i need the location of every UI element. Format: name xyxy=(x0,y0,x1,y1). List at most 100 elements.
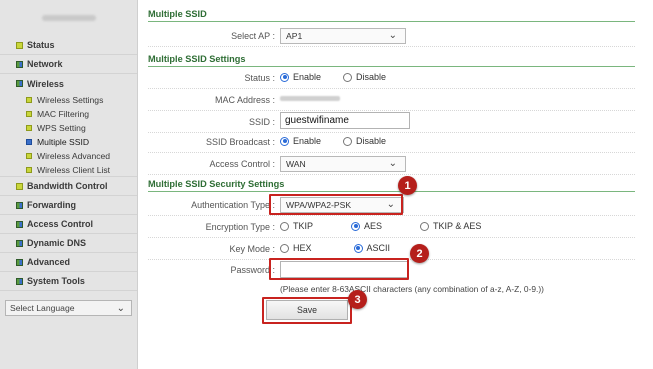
ssid-input[interactable]: guestwifiname xyxy=(280,112,410,129)
step-badge-2: 2 xyxy=(410,244,429,263)
language-select-label: Select Language xyxy=(10,303,75,313)
key-mode-label: Key Mode : xyxy=(229,244,275,254)
bullet-icon xyxy=(26,153,32,159)
mac-address-value xyxy=(280,92,340,101)
sidebar-sub-mac-filtering[interactable]: MAC Filtering xyxy=(0,107,137,121)
radio-selected-icon xyxy=(280,136,289,146)
keymode-ascii-radio[interactable]: ASCII xyxy=(353,243,391,253)
sidebar-item-label: Status xyxy=(27,40,55,50)
sidebar-item-label: Forwarding xyxy=(27,200,76,210)
access-control-dropdown[interactable]: WAN ⌄ xyxy=(280,156,406,172)
sidebar-sub-label: Wireless Advanced xyxy=(37,151,111,161)
sidebar-item-label: Dynamic DNS xyxy=(27,238,87,248)
broadcast-enable-radio[interactable]: Enable xyxy=(280,136,321,146)
access-control-label: Access Control : xyxy=(209,159,275,169)
enc-tkip-aes-radio[interactable]: TKIP & AES xyxy=(420,221,481,231)
status-enable-label: Enable xyxy=(293,72,322,82)
select-ap-value: AP1 xyxy=(286,31,303,41)
ssid-broadcast-label: SSID Broadcast : xyxy=(205,137,275,147)
system-tools-icon xyxy=(16,277,23,285)
sidebar-item-label: Network xyxy=(27,59,63,69)
radio-icon xyxy=(343,72,353,82)
access-control-value: WAN xyxy=(286,159,306,169)
step-badge-1: 1 xyxy=(398,176,417,195)
wireless-icon xyxy=(16,80,23,87)
ddns-icon xyxy=(16,239,23,247)
router-logo xyxy=(0,0,137,36)
enc-tkip-aes-label: TKIP & AES xyxy=(433,221,482,231)
status-enable-radio[interactable]: Enable xyxy=(280,72,321,82)
section-title-ssid-settings: Multiple SSID Settings xyxy=(148,51,635,67)
radio-icon xyxy=(280,243,289,253)
sidebar-sub-label: Wireless Client List xyxy=(37,164,111,175)
radio-icon xyxy=(343,136,353,146)
radio-icon xyxy=(420,221,430,231)
step-badge-3: 3 xyxy=(348,290,367,309)
broadcast-disable-label: Disable xyxy=(356,136,387,146)
ssid-label: SSID : xyxy=(248,117,275,127)
sidebar-sub-label: Wireless Settings xyxy=(37,95,104,105)
network-icon xyxy=(16,60,23,68)
status-disable-radio[interactable]: Disable xyxy=(343,72,386,82)
bullet-icon xyxy=(26,166,32,173)
access-control-icon xyxy=(16,220,23,228)
language-select[interactable]: Select Language ⌄ xyxy=(5,300,132,316)
highlight-auth-type xyxy=(269,194,403,215)
bullet-icon xyxy=(26,97,32,103)
broadcast-disable-radio[interactable]: Disable xyxy=(343,136,386,146)
row-status: Status : Enable Disable xyxy=(148,67,635,89)
sidebar-item-network[interactable]: Network xyxy=(0,55,137,74)
bullet-icon xyxy=(26,125,32,131)
sidebar-item-bandwidth-control[interactable]: Bandwidth Control xyxy=(0,177,137,196)
radio-selected-icon xyxy=(353,243,363,253)
encryption-type-label: Encryption Type : xyxy=(205,222,275,232)
select-ap-label: Select AP : xyxy=(231,31,275,41)
status-disable-label: Disable xyxy=(356,72,387,82)
sidebar-item-label: Bandwidth Control xyxy=(27,181,108,191)
sidebar-item-status[interactable]: Status xyxy=(0,36,137,55)
row-key-mode: Key Mode : HEX ASCII xyxy=(148,238,635,260)
sidebar-sub-wireless-client-list[interactable]: Wireless Client List xyxy=(0,163,137,177)
sidebar-sub-wps-setting[interactable]: WPS Setting xyxy=(0,121,137,135)
bullet-icon xyxy=(26,111,32,117)
advanced-icon xyxy=(16,258,23,266)
sidebar-sub-wireless-advanced[interactable]: Wireless Advanced xyxy=(0,149,137,163)
row-mac-address: MAC Address : xyxy=(148,89,635,111)
enc-aes-label: AES xyxy=(364,221,383,231)
section-title-multiple-ssid: Multiple SSID xyxy=(148,6,635,22)
password-hint: (Please enter 8-63ASCII characters (any … xyxy=(280,284,544,294)
bandwidth-icon xyxy=(16,182,23,190)
enc-tkip-radio[interactable]: TKIP xyxy=(280,221,313,231)
sidebar-item-label: System Tools xyxy=(27,276,85,286)
sidebar-item-label: Advanced xyxy=(27,257,71,267)
row-encryption-type: Encryption Type : TKIP AES TKIP & AES xyxy=(148,216,635,238)
sidebar-item-forwarding[interactable]: Forwarding xyxy=(0,196,137,215)
row-access-control: Access Control : WAN ⌄ xyxy=(148,153,635,175)
enc-aes-radio[interactable]: AES xyxy=(351,221,382,231)
forwarding-icon xyxy=(16,201,23,209)
sidebar: Status Network Wireless Wireless Setting… xyxy=(0,0,138,369)
mac-address-label: MAC Address : xyxy=(214,95,275,105)
broadcast-enable-label: Enable xyxy=(293,136,322,146)
sidebar-item-advanced[interactable]: Advanced xyxy=(0,253,137,272)
sidebar-item-label: Wireless xyxy=(27,78,64,89)
sidebar-sub-wireless-settings[interactable]: Wireless Settings xyxy=(0,93,137,107)
select-ap-dropdown[interactable]: AP1 ⌄ xyxy=(280,28,406,44)
keymode-hex-radio[interactable]: HEX xyxy=(280,243,312,253)
sidebar-item-dynamic-dns[interactable]: Dynamic DNS xyxy=(0,234,137,253)
sidebar-sub-label: WPS Setting xyxy=(37,123,86,133)
bullet-icon xyxy=(26,139,32,145)
sidebar-item-system-tools[interactable]: System Tools xyxy=(0,272,137,291)
highlight-password xyxy=(269,258,409,280)
row-select-ap: Select AP : AP1 ⌄ xyxy=(148,25,635,47)
main-panel: Multiple SSID Select AP : AP1 ⌄ Multiple… xyxy=(142,0,643,369)
sidebar-item-access-control[interactable]: Access Control xyxy=(0,215,137,234)
sidebar-sub-multiple-ssid[interactable]: Multiple SSID xyxy=(0,135,137,149)
status-icon xyxy=(16,41,23,49)
sidebar-item-label: Access Control xyxy=(27,219,94,229)
status-label: Status : xyxy=(244,73,275,83)
keymode-ascii-label: ASCII xyxy=(366,243,391,253)
auth-type-label: Authentication Type : xyxy=(191,200,275,210)
row-ssid-broadcast: SSID Broadcast : Enable Disable xyxy=(148,131,635,153)
sidebar-item-wireless[interactable]: Wireless xyxy=(0,74,137,93)
